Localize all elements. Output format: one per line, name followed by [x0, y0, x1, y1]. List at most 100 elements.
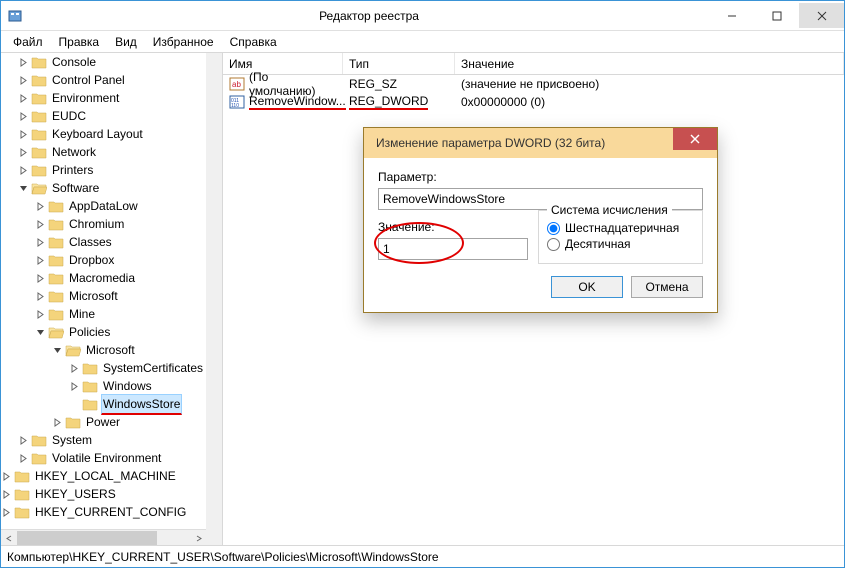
tree-label: Policies: [67, 323, 112, 341]
tree-item[interactable]: Software: [1, 179, 206, 197]
tree-item[interactable]: EUDC: [1, 107, 206, 125]
tree-item[interactable]: Microsoft: [1, 287, 206, 305]
tree-label: Network: [50, 143, 98, 161]
folder-icon: [65, 416, 81, 429]
tree-item[interactable]: Printers: [1, 161, 206, 179]
folder-icon: [82, 380, 98, 393]
tree-item[interactable]: Volatile Environment: [1, 449, 206, 467]
folder-icon: [14, 488, 30, 501]
dialog-close-button[interactable]: [673, 128, 717, 150]
scroll-left-button[interactable]: [1, 530, 17, 545]
tree-item[interactable]: Network: [1, 143, 206, 161]
radix-dec-option[interactable]: Десятичная: [547, 237, 694, 251]
dialog-buttons: OK Отмена: [364, 270, 717, 312]
tree-item[interactable]: Chromium: [1, 215, 206, 233]
cancel-button[interactable]: Отмена: [631, 276, 703, 298]
list-row[interactable]: (По умолчанию)REG_SZ(значение не присвое…: [223, 75, 844, 93]
col-type[interactable]: Тип: [343, 53, 455, 74]
scroll-right-button[interactable]: [190, 530, 206, 545]
tree[interactable]: ConsoleControl PanelEnvironmentEUDCKeybo…: [1, 53, 206, 529]
col-value[interactable]: Значение: [455, 53, 844, 74]
menu-favorites[interactable]: Избранное: [145, 33, 222, 51]
tree-label: System: [50, 431, 94, 449]
titlebar: Редактор реестра: [1, 1, 844, 31]
value-name: RemoveWindow...: [249, 94, 346, 110]
folder-icon: [31, 434, 47, 447]
radix-hex-radio[interactable]: [547, 222, 560, 235]
scroll-thumb[interactable]: [17, 531, 157, 545]
tree-item[interactable]: Macromedia: [1, 269, 206, 287]
folder-open-icon: [31, 182, 47, 195]
tree-item[interactable]: Power: [1, 413, 206, 431]
menubar: Файл Правка Вид Избранное Справка: [1, 31, 844, 53]
tree-item[interactable]: AppDataLow: [1, 197, 206, 215]
tree-item[interactable]: Console: [1, 53, 206, 71]
tree-pane: ConsoleControl PanelEnvironmentEUDCKeybo…: [1, 53, 223, 545]
statusbar: Компьютер\HKEY_CURRENT_USER\Software\Pol…: [1, 545, 844, 567]
tree-label: HKEY_CURRENT_CONFIG: [33, 503, 188, 521]
tree-label: WindowsStore: [101, 394, 182, 415]
tree-label: EUDC: [50, 107, 88, 125]
tree-item[interactable]: Dropbox: [1, 251, 206, 269]
edit-dword-dialog: Изменение параметра DWORD (32 бита) Пара…: [363, 127, 718, 313]
tree-item[interactable]: Mine: [1, 305, 206, 323]
tree-label: Console: [50, 53, 98, 71]
value-type: REG_SZ: [343, 77, 455, 91]
dialog-title: Изменение параметра DWORD (32 бита): [376, 136, 673, 150]
menu-help[interactable]: Справка: [222, 33, 285, 51]
value-label: Значение:: [378, 220, 528, 234]
minimize-button[interactable]: [709, 3, 754, 28]
radix-hex-option[interactable]: Шестнадцатеричная: [547, 221, 694, 235]
tree-label: HKEY_USERS: [33, 485, 118, 503]
tree-label: Windows: [101, 377, 154, 395]
tree-label: HKEY_LOCAL_MACHINE: [33, 467, 178, 485]
tree-label: Printers: [50, 161, 95, 179]
tree-label: Volatile Environment: [50, 449, 163, 467]
tree-label: AppDataLow: [67, 197, 140, 215]
tree-item[interactable]: Microsoft: [1, 341, 206, 359]
scroll-corner: [206, 529, 222, 545]
binary-value-icon: [229, 94, 245, 110]
tree-item[interactable]: SystemCertificates: [1, 359, 206, 377]
tree-item[interactable]: Policies: [1, 323, 206, 341]
tree-item[interactable]: HKEY_LOCAL_MACHINE: [1, 467, 206, 485]
tree-item[interactable]: HKEY_USERS: [1, 485, 206, 503]
tree-item[interactable]: Classes: [1, 233, 206, 251]
list-row[interactable]: RemoveWindow...REG_DWORD0x00000000 (0): [223, 93, 844, 111]
close-button[interactable]: [799, 3, 844, 28]
folder-open-icon: [48, 326, 64, 339]
tree-item[interactable]: HKEY_CURRENT_CONFIG: [1, 503, 206, 521]
value-type: REG_DWORD: [343, 94, 455, 110]
menu-file[interactable]: Файл: [5, 33, 51, 51]
value-data: (значение не присвоено): [455, 77, 844, 91]
tree-label: Macromedia: [67, 269, 137, 287]
tree-label: Environment: [50, 89, 121, 107]
tree-item[interactable]: Control Panel: [1, 71, 206, 89]
tree-label: Control Panel: [50, 71, 127, 89]
radix-dec-radio[interactable]: [547, 238, 560, 251]
tree-hscrollbar[interactable]: [1, 529, 206, 545]
tree-item[interactable]: Keyboard Layout: [1, 125, 206, 143]
tree-item[interactable]: WindowsStore: [1, 395, 206, 413]
folder-icon: [31, 110, 47, 123]
menu-edit[interactable]: Правка: [51, 33, 108, 51]
folder-icon: [48, 218, 64, 231]
value-input[interactable]: [378, 238, 528, 260]
radix-legend: Система исчисления: [547, 203, 672, 217]
maximize-button[interactable]: [754, 3, 799, 28]
folder-icon: [31, 56, 47, 69]
folder-icon: [82, 398, 98, 411]
folder-icon: [31, 452, 47, 465]
menu-view[interactable]: Вид: [107, 33, 145, 51]
tree-label: Dropbox: [67, 251, 116, 269]
folder-icon: [31, 146, 47, 159]
tree-item[interactable]: Environment: [1, 89, 206, 107]
tree-item[interactable]: Windows: [1, 377, 206, 395]
tree-label: Microsoft: [67, 287, 120, 305]
tree-label: Chromium: [67, 215, 126, 233]
window-title: Редактор реестра: [29, 9, 709, 23]
ok-button[interactable]: OK: [551, 276, 623, 298]
tree-vscrollbar[interactable]: [206, 53, 222, 529]
tree-label: Mine: [67, 305, 97, 323]
tree-item[interactable]: System: [1, 431, 206, 449]
